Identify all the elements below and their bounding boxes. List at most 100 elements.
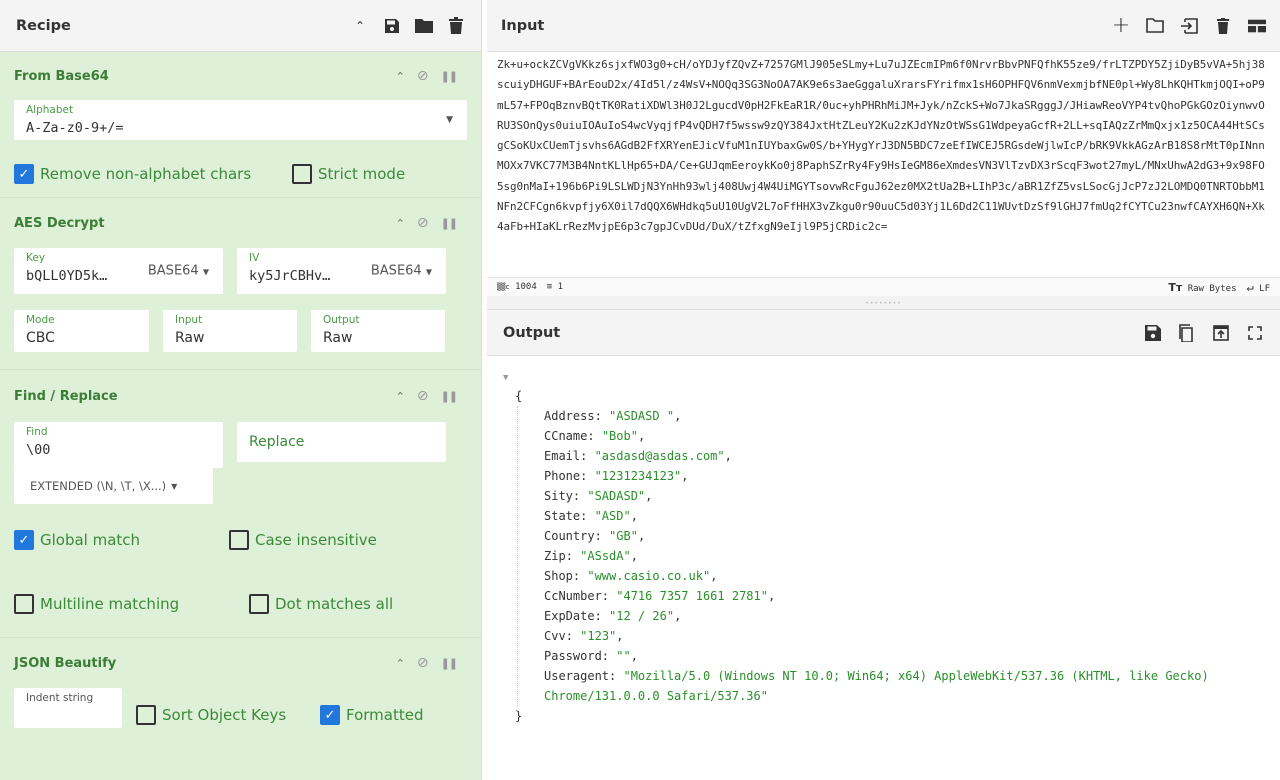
strict-mode-label: Strict mode (318, 165, 406, 183)
disable-op-icon[interactable]: ⊘ (417, 68, 429, 84)
find-input[interactable]: Find \00 (14, 422, 223, 468)
collapse-all-icon[interactable]: ⌃ (351, 17, 369, 35)
dropdown-caret-icon: ▼ (202, 267, 209, 277)
json-colon: : (572, 489, 588, 503)
global-match-checkbox[interactable]: ✓ Global match (14, 530, 229, 550)
checkbox-unchecked-icon[interactable] (229, 530, 249, 550)
breakpoint-op-icon[interactable]: ❚❚ (441, 657, 458, 670)
output-title: Output (503, 324, 561, 341)
iv-encoding-select[interactable]: BASE64 ▼ (371, 264, 432, 279)
json-value: "ASsdA" (580, 549, 631, 563)
sort-keys-checkbox[interactable]: Sort Object Keys (136, 705, 320, 725)
collapse-op-icon[interactable]: ⌃ (396, 217, 405, 230)
multiline-label: Multiline matching (40, 595, 180, 613)
mode-value: CBC (26, 330, 55, 346)
disable-op-icon[interactable]: ⊘ (417, 655, 429, 671)
checkbox-unchecked-icon[interactable] (14, 594, 34, 614)
iv-encoding-value: BASE64 (370, 263, 422, 279)
checkbox-unchecked-icon[interactable] (249, 594, 269, 614)
replace-input-with-output-icon[interactable] (1212, 324, 1230, 342)
formatted-checkbox[interactable]: ✓ Formatted (320, 705, 424, 725)
checkbox-unchecked-icon[interactable] (292, 164, 312, 184)
json-value: "123" (580, 629, 617, 643)
json-key: Country (544, 529, 595, 543)
find-type-select[interactable]: EXTENDED (\N, \T, \X...) ▼ (14, 468, 213, 504)
pane-resize-handle[interactable]: •••••••• (487, 296, 1280, 310)
remove-non-alphabet-checkbox[interactable]: ✓ Remove non-alphabet chars (14, 164, 292, 184)
mode-select[interactable]: Mode CBC (14, 310, 149, 352)
replace-input[interactable]: Replace (237, 422, 446, 462)
json-output: ▼ { Address: "ASDASD ", CCname: "Bob", Ema… (487, 356, 1280, 726)
json-field-row: Shop: "www.casio.co.uk", (544, 566, 1234, 586)
eol-select[interactable]: ↵ LF (1247, 280, 1271, 294)
open-file-icon[interactable] (1180, 17, 1198, 35)
json-value: "4716 7357 1661 2781" (616, 589, 768, 603)
clear-recipe-icon[interactable] (447, 17, 465, 35)
multiline-checkbox[interactable]: Multiline matching (14, 594, 249, 614)
encoding-select[interactable]: Tᴛ Raw Bytes (1168, 281, 1236, 294)
load-recipe-icon[interactable] (415, 17, 433, 35)
json-comma: , (681, 469, 689, 483)
output-format-label: Output (323, 314, 360, 326)
json-field-row: CCname: "Bob", (544, 426, 1234, 446)
maximize-output-icon[interactable] (1246, 324, 1264, 342)
save-recipe-icon[interactable] (383, 17, 401, 35)
op-from-base64: From Base64 ⌃ ⊘ ❚❚ Alphabet A-Za-z0-9+/=… (0, 52, 481, 198)
breakpoint-op-icon[interactable]: ❚❚ (441, 217, 458, 230)
case-insensitive-checkbox[interactable]: Case insensitive (229, 530, 377, 550)
mode-label: Mode (26, 314, 55, 326)
input-status-bar: ▒▒c 1004 ≡ 1 Tᴛ Raw Bytes ↵ LF (487, 277, 1280, 296)
iv-input[interactable]: IV ky5JrCBHv… BASE64 ▼ (237, 248, 446, 294)
op-find-replace: Find / Replace ⌃ ⊘ ❚❚ Find \00 Replace E… (0, 370, 481, 638)
json-colon: : (580, 469, 595, 483)
breakpoint-op-icon[interactable]: ❚❚ (441, 70, 458, 83)
copy-output-icon[interactable] (1178, 323, 1196, 342)
json-colon: : (580, 509, 595, 523)
input-textarea[interactable]: Zk+u+ockZCVgVKkz6sjxfWO3g0+cH/oYDJyfZQvZ… (487, 52, 1280, 277)
output-format-select[interactable]: Output Raw (311, 310, 445, 352)
clear-input-icon[interactable] (1214, 17, 1232, 35)
strict-mode-checkbox[interactable]: Strict mode (292, 164, 405, 184)
add-tab-icon[interactable]: + (1112, 13, 1130, 38)
checkbox-checked-icon[interactable]: ✓ (14, 164, 34, 184)
json-key: Sity (544, 489, 573, 503)
json-value: "Bob" (601, 429, 638, 443)
checkbox-checked-icon[interactable]: ✓ (320, 705, 340, 725)
json-key: State (544, 509, 581, 523)
sort-keys-label: Sort Object Keys (162, 706, 287, 724)
layout-icon[interactable] (1248, 17, 1266, 35)
json-field-row: Country: "GB", (544, 526, 1234, 546)
dot-matches-all-checkbox[interactable]: Dot matches all (249, 594, 393, 614)
key-encoding-select[interactable]: BASE64 ▼ (148, 264, 209, 279)
op-title-find-replace: Find / Replace (14, 388, 118, 404)
grip-dots: •••••••• (865, 300, 902, 307)
indent-string-input[interactable]: Indent string (14, 688, 122, 728)
checkbox-unchecked-icon[interactable] (136, 705, 156, 725)
lines-icon: ≡ (546, 282, 553, 292)
json-comma: , (767, 589, 776, 603)
collapse-triangle-icon[interactable]: ▼ (503, 368, 508, 388)
disable-op-icon[interactable]: ⊘ (417, 388, 429, 404)
breakpoint-op-icon[interactable]: ❚❚ (441, 390, 458, 403)
collapse-op-icon[interactable]: ⌃ (396, 390, 405, 403)
input-format-select[interactable]: Input Raw (163, 310, 297, 352)
json-key: Address (544, 409, 595, 423)
collapse-op-icon[interactable]: ⌃ (396, 657, 405, 670)
op-title-from-base64: From Base64 (14, 68, 109, 84)
checkbox-checked-icon[interactable]: ✓ (14, 530, 34, 550)
dropdown-caret-icon: ▼ (171, 481, 178, 491)
json-key: CcNumber (544, 589, 602, 603)
json-key: CCname (544, 429, 588, 443)
json-colon: : (565, 549, 581, 563)
replace-placeholder: Replace (249, 434, 305, 450)
json-value: "ASD" (594, 509, 631, 523)
alphabet-select[interactable]: Alphabet A-Za-z0-9+/= ▼ (14, 100, 467, 140)
json-comma: , (637, 529, 646, 543)
open-folder-icon[interactable] (1146, 17, 1164, 35)
disable-op-icon[interactable]: ⊘ (417, 215, 429, 231)
collapse-op-icon[interactable]: ⌃ (396, 70, 405, 83)
key-input[interactable]: Key bQLL0YD5k… BASE64 ▼ (14, 248, 223, 294)
json-colon: : (580, 449, 595, 463)
save-output-icon[interactable] (1144, 324, 1162, 342)
json-comma: , (637, 429, 646, 443)
